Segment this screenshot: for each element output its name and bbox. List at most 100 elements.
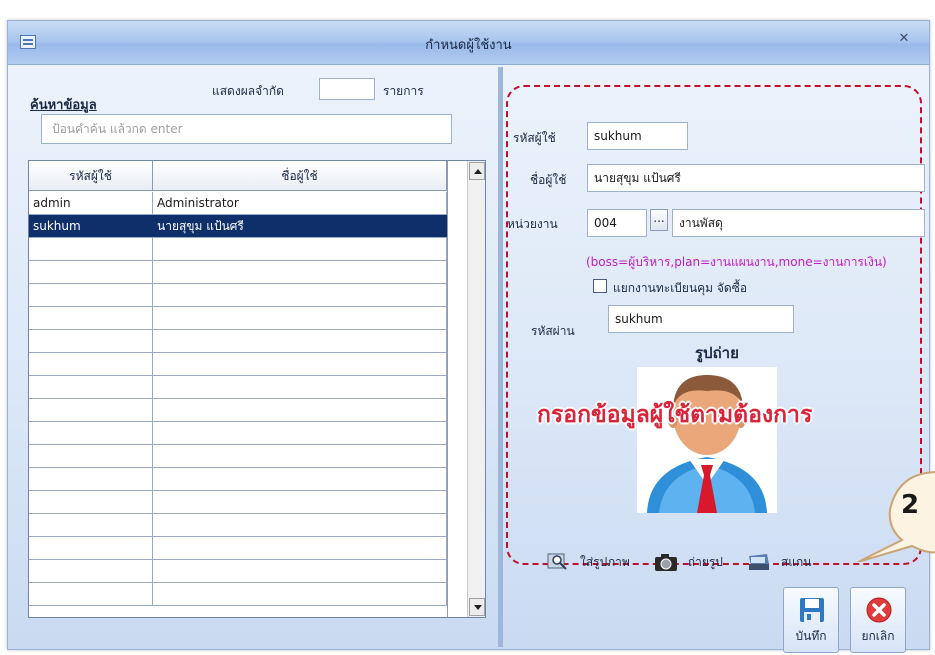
close-button[interactable]: ✕ [893, 30, 915, 48]
user-name-cell [153, 307, 447, 329]
user-code-field[interactable]: sukhum [587, 122, 688, 150]
user-code-cell [29, 422, 153, 444]
items-label: รายการ [383, 84, 424, 98]
table-filler [447, 161, 459, 617]
user-code-cell [29, 445, 153, 467]
table-row[interactable] [29, 238, 447, 261]
user-list-panel: ค้นหาข้อมูล แสดงผลจำกัด รายการ รหัสผู้ใช… [16, 67, 498, 647]
table-row[interactable] [29, 514, 447, 537]
user-name-cell [153, 560, 447, 582]
table-row[interactable] [29, 261, 447, 284]
user-code-cell [29, 491, 153, 513]
password-label: รหัสผ่าน [531, 324, 575, 338]
table-body: admin Administrator sukhum นายสุขุม แป้นศรี [29, 192, 447, 606]
save-label: บันทึก [795, 629, 827, 643]
user-name-cell [153, 376, 447, 398]
scroll-down-icon[interactable] [469, 598, 485, 616]
column-header-user-name[interactable]: ชื่อผู้ใช้ [153, 161, 447, 191]
scroll-up-icon[interactable] [469, 162, 485, 180]
table-row[interactable] [29, 330, 447, 353]
save-button[interactable]: บันทึก [783, 587, 839, 653]
take-photo-button[interactable]: ถ่ายรูป [654, 552, 723, 572]
limit-input[interactable] [319, 78, 375, 100]
scan-label: สแกน [780, 554, 812, 569]
user-code-cell [29, 376, 153, 398]
user-name-label: ชื่อผู้ใช้ [530, 173, 567, 187]
table-row[interactable] [29, 537, 447, 560]
user-code-cell: sukhum [29, 215, 153, 237]
title-bar: กำหนดผู้ใช้งาน ✕ [8, 21, 929, 65]
user-code-cell [29, 307, 153, 329]
table-row[interactable] [29, 353, 447, 376]
table-row[interactable] [29, 307, 447, 330]
user-code-cell [29, 330, 153, 352]
table-row[interactable]: sukhum นายสุขุม แป้นศรี [29, 215, 447, 238]
user-name-cell [153, 330, 447, 352]
user-photo [637, 367, 777, 513]
user-code-cell [29, 238, 153, 260]
floppy-disk-icon [800, 598, 824, 622]
unit-hint: (boss=ผู้บริหาร,plan=งานแผนงาน,mone=งานก… [586, 255, 887, 269]
user-code-cell [29, 399, 153, 421]
table-row[interactable] [29, 468, 447, 491]
column-header-user-code[interactable]: รหัสผู้ใช้ [29, 161, 153, 191]
search-label: ค้นหาข้อมูล [30, 98, 97, 113]
add-picture-button[interactable]: ใส่รูปภาพ [546, 552, 630, 572]
unit-label: หน่วยงาน [507, 217, 558, 231]
table-row[interactable] [29, 560, 447, 583]
user-code-cell [29, 560, 153, 582]
table-row[interactable]: admin Administrator [29, 192, 447, 215]
user-settings-window: กำหนดผู้ใช้งาน ✕ ค้นหาข้อมูล แสดงผลจำกัด… [7, 20, 930, 653]
scanner-icon [748, 554, 769, 570]
photo-title: รูปถ่าย [695, 344, 739, 362]
table-row[interactable] [29, 583, 447, 606]
user-name-cell [153, 537, 447, 559]
table-row[interactable] [29, 284, 447, 307]
table-row[interactable] [29, 376, 447, 399]
password-field[interactable]: sukhum [608, 305, 794, 333]
separate-checkbox-label: แยกงานทะเบียนคุม จัดซื้อ [613, 281, 748, 295]
unit-code-field[interactable]: 004 [587, 209, 647, 237]
user-name-cell [153, 353, 447, 375]
photo-actions: ใส่รูปภาพ ถ่ายรูป สแกน [546, 550, 835, 574]
camera-icon [654, 554, 677, 571]
take-photo-label: ถ่ายรูป [687, 554, 723, 569]
user-avatar-icon [647, 375, 767, 513]
user-table[interactable]: รหัสผู้ใช้ ชื่อผู้ใช้ admin Administrator… [28, 160, 486, 618]
table-row[interactable] [29, 422, 447, 445]
user-name-cell [153, 445, 447, 467]
user-code-cell [29, 284, 153, 306]
user-name-cell [153, 399, 447, 421]
user-code-cell [29, 468, 153, 490]
user-name-cell [153, 238, 447, 260]
user-name-cell [153, 491, 447, 513]
instruction-overlay: กรอกข้อมูลผู้ใช้ตามต้องการ [537, 402, 813, 428]
table-scrollbar[interactable] [467, 161, 485, 617]
scan-button[interactable]: สแกน [747, 552, 812, 572]
table-header: รหัสผู้ใช้ ชื่อผู้ใช้ [29, 161, 447, 191]
magnifier-icon [547, 553, 567, 570]
user-code-label: รหัสผู้ใช้ [513, 131, 556, 145]
user-name-cell: นายสุขุม แป้นศรี [153, 215, 447, 237]
separate-checkbox[interactable] [593, 279, 607, 293]
step-number: 2 [901, 490, 920, 520]
user-code-cell [29, 537, 153, 559]
user-name-cell [153, 422, 447, 444]
user-name-cell [153, 261, 447, 283]
user-code-cell [29, 261, 153, 283]
user-code-cell [29, 583, 153, 605]
user-name-field[interactable]: นายสุขุม แป้นศรี [587, 164, 925, 192]
table-row[interactable] [29, 399, 447, 422]
unit-browse-button[interactable]: ... [650, 209, 668, 231]
cancel-label: ยกเลิก [861, 629, 895, 643]
user-name-cell [153, 583, 447, 605]
cancel-button[interactable]: ยกเลิก [850, 587, 906, 653]
table-row[interactable] [29, 445, 447, 468]
user-name-cell [153, 284, 447, 306]
user-code-cell: admin [29, 192, 153, 214]
unit-name-field[interactable]: งานพัสดุ [672, 209, 925, 237]
table-row[interactable] [29, 491, 447, 514]
add-picture-label: ใส่รูปภาพ [580, 554, 630, 569]
search-input[interactable] [41, 114, 452, 144]
step-callout-bubble [857, 471, 935, 562]
